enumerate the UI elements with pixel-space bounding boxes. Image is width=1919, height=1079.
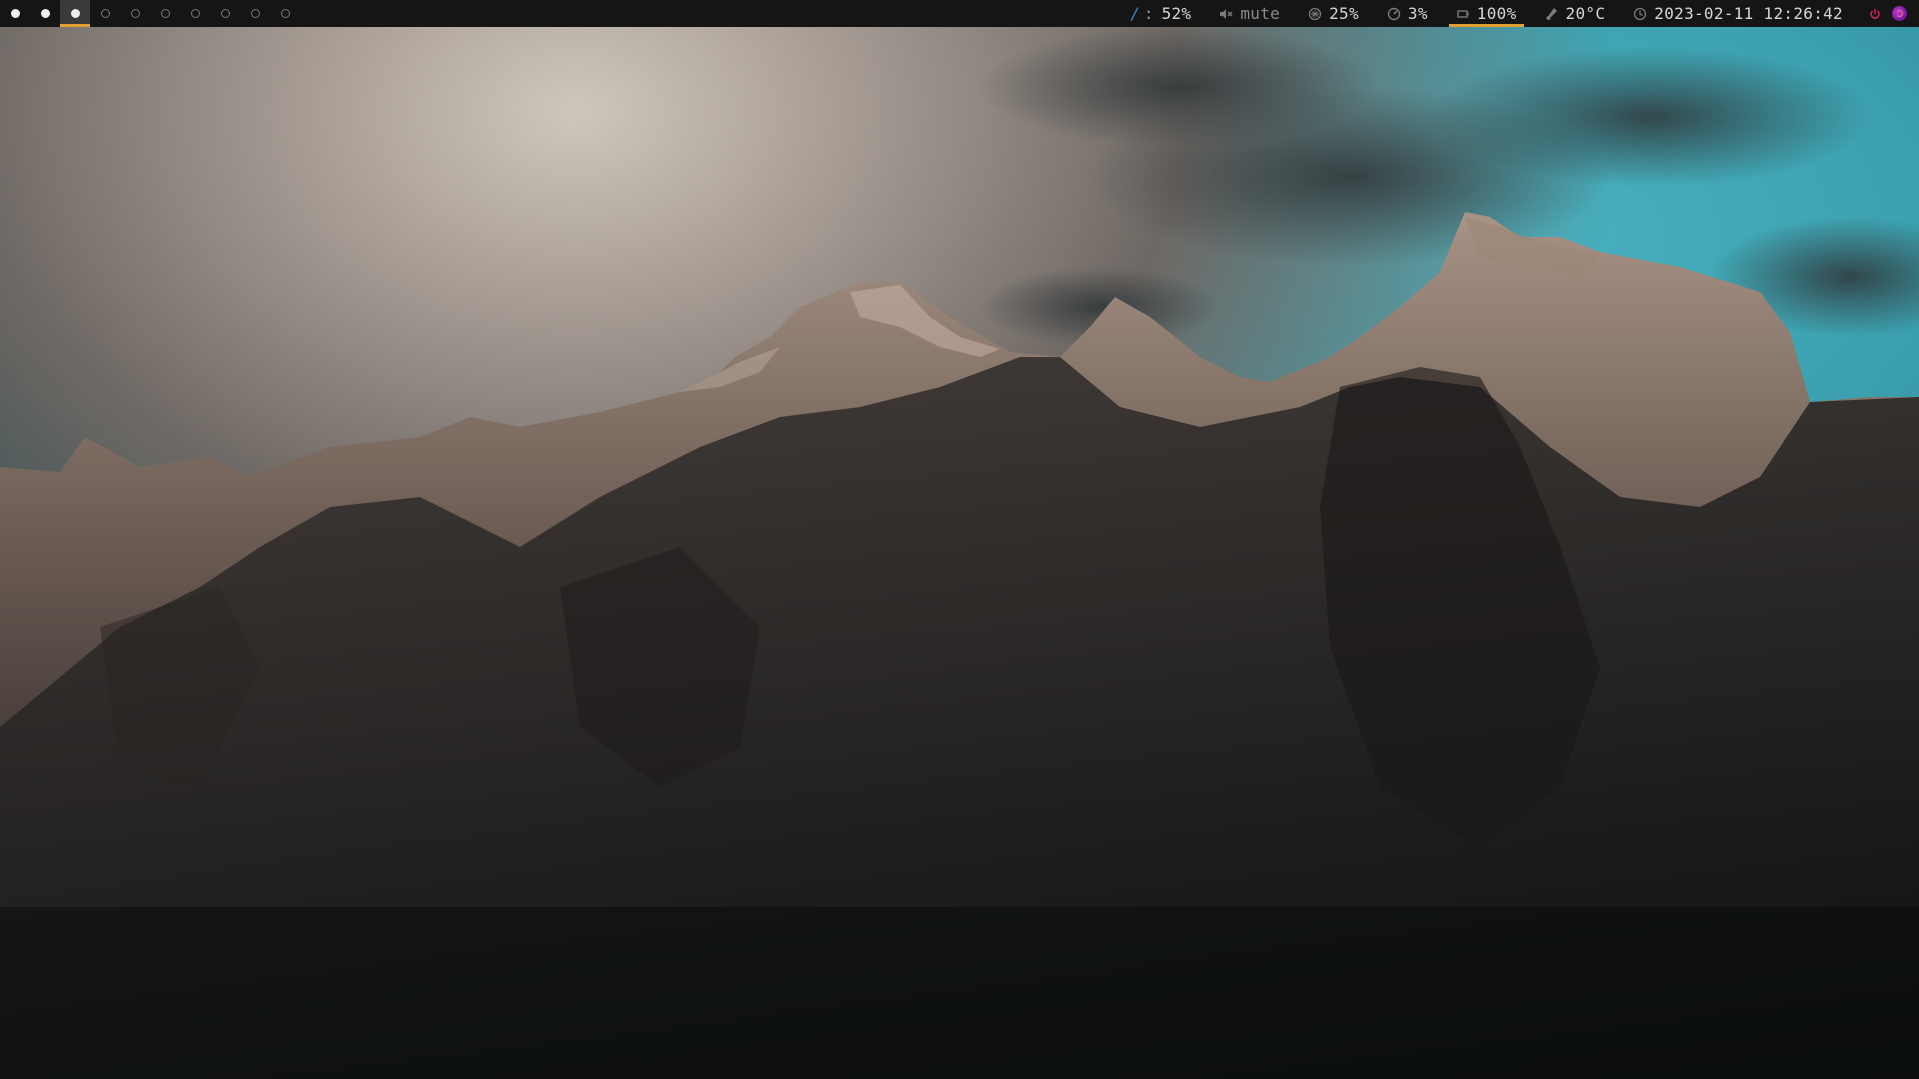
workspace-indicator [100,9,110,18]
gauge-icon [1387,7,1401,21]
clock-icon [1633,7,1647,21]
volume-value: mute [1240,4,1281,23]
filesystem-usage: 52% [1161,4,1192,23]
desktop-wallpaper [0,27,1919,1079]
workspace-indicator [280,9,290,18]
workspace-7[interactable] [180,0,210,27]
battery-module[interactable]: 100% [1448,0,1524,27]
filesystem-separator: : [1143,4,1154,23]
workspace-3[interactable] [60,0,90,27]
memory-module[interactable]: 3% [1380,0,1435,27]
temperature-value: 20°C [1565,4,1606,23]
battery-level: 100% [1476,4,1517,23]
workspace-indicator [250,9,260,18]
battery-icon [1456,7,1470,21]
status-modules: /:52% mute 25% 3% 100% 20°C 2023-02-11 1… [1109,0,1907,27]
workspace-9[interactable] [240,0,270,27]
filesystem-module[interactable]: /:52% [1123,0,1198,27]
power-icon[interactable] [1868,7,1882,21]
mountain-landscape-image [0,27,1919,1079]
workspace-4[interactable] [90,0,120,27]
workspace-10[interactable] [270,0,300,27]
status-bar: /:52% mute 25% 3% 100% 20°C 2023-02-11 1… [0,0,1919,27]
thermometer-icon [1545,7,1559,21]
workspace-5[interactable] [120,0,150,27]
workspace-1[interactable] [0,0,30,27]
temperature-module[interactable]: 20°C [1538,0,1613,27]
clock-module[interactable]: 2023-02-11 12:26:42 [1626,0,1850,27]
workspace-2[interactable] [30,0,60,27]
workspace-8[interactable] [210,0,240,27]
disk-path-icon: / [1130,4,1140,23]
cpu-usage: 25% [1329,4,1359,23]
workspace-indicator [10,9,20,18]
clock-datetime: 2023-02-11 12:26:42 [1654,4,1843,23]
workspace-6[interactable] [150,0,180,27]
workspace-indicator [220,9,230,18]
cpu-icon [1308,7,1322,21]
desktop: /:52% mute 25% 3% 100% 20°C 2023-02-11 1… [0,0,1919,1079]
workspace-indicator [70,9,80,18]
workspace-indicator [160,9,170,18]
cpu-module[interactable]: 25% [1301,0,1366,27]
workspace-indicator [130,9,140,18]
workspace-list [0,0,300,27]
workspace-indicator [190,9,200,18]
app-tray-icon[interactable] [1892,6,1907,21]
memory-usage: 3% [1407,4,1428,23]
volume-module[interactable]: mute [1212,0,1287,27]
speaker-muted-icon [1219,7,1233,21]
workspace-indicator [40,9,50,18]
